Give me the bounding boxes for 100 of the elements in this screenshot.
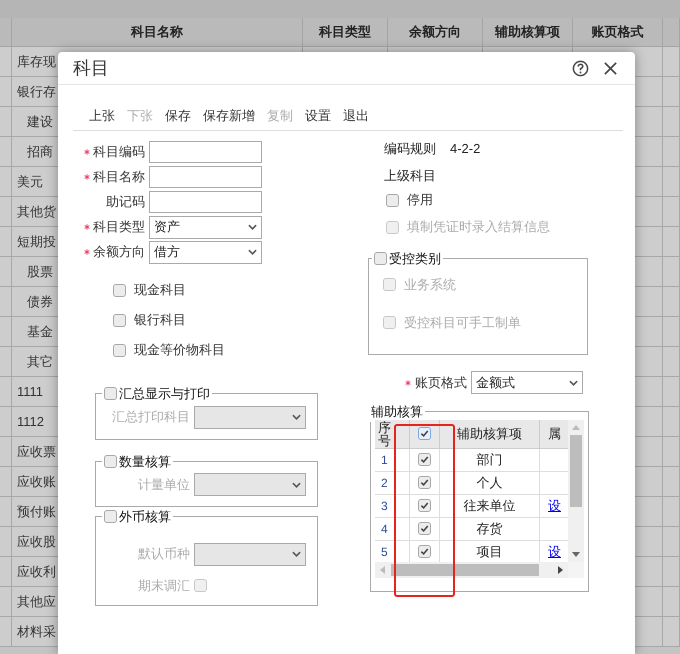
- help-icon[interactable]: [572, 60, 589, 76]
- table-cell-text: 个人: [476, 474, 502, 492]
- table-cell-text: 预付账: [17, 502, 56, 521]
- field-label: 助记码: [106, 193, 145, 212]
- table-cell-text: 应收账: [17, 472, 56, 491]
- caret-icon: [248, 249, 257, 255]
- column-header: 辅助核算项: [457, 424, 522, 443]
- table-cell-text: 债券: [27, 292, 53, 311]
- column-header: 属: [548, 424, 561, 443]
- field-label: 汇总打印科目: [112, 408, 190, 426]
- settings-link[interactable]: 设: [548, 496, 561, 516]
- checkbox-label: 现金科目: [134, 281, 186, 300]
- field-value: 4-2-2: [450, 140, 480, 158]
- checkbox[interactable]: [113, 344, 126, 356]
- close-icon[interactable]: [603, 60, 618, 76]
- caret-icon: [248, 224, 257, 230]
- field-label: 余额方向: [93, 243, 145, 262]
- field-label: 计量单位: [138, 476, 190, 494]
- toolbar-button[interactable]: 保存: [165, 106, 191, 126]
- field-label: 上级科目: [384, 167, 436, 182]
- field-label: 科目编码: [93, 143, 145, 162]
- table-cell-text: 1: [381, 452, 388, 468]
- table-cell-text: 应收利: [17, 562, 56, 581]
- dialog-title: 科目: [73, 56, 109, 80]
- column-header: 账页格式: [592, 23, 644, 42]
- table-cell-text: 3: [381, 498, 388, 514]
- caret-icon: [292, 482, 301, 488]
- column-header: 余额方向: [409, 23, 461, 42]
- caret-icon: [292, 551, 301, 557]
- checkbox[interactable]: [418, 545, 431, 558]
- table-cell-text: 其他货: [17, 202, 56, 221]
- toolbar-button[interactable]: 设置: [305, 106, 331, 126]
- field-label: 账页格式: [415, 374, 467, 392]
- table-cell-text: 其他应: [17, 592, 56, 611]
- vertical-scrollbar[interactable]: [568, 420, 584, 562]
- table-cell-text: 基金: [27, 322, 53, 341]
- checkbox[interactable]: [104, 387, 117, 400]
- select-field[interactable]: 借方: [149, 240, 262, 264]
- scroll-up-icon[interactable]: [572, 424, 580, 430]
- select-field[interactable]: 资产: [149, 216, 262, 238]
- column-header: 科目类型: [319, 23, 371, 42]
- toolbar-button[interactable]: 退出: [343, 106, 369, 126]
- toolbar-button[interactable]: 上张: [89, 106, 115, 126]
- checkbox[interactable]: [113, 314, 126, 326]
- checkbox[interactable]: [418, 453, 431, 466]
- table-cell-text: 项目: [476, 542, 502, 561]
- checkbox[interactable]: [418, 499, 431, 512]
- select-field[interactable]: [194, 406, 306, 428]
- table-cell-text: 2: [381, 474, 388, 492]
- checkbox-label: 现金等价物科目: [134, 341, 225, 360]
- checkbox[interactable]: [418, 427, 431, 440]
- table-cell-text: 其它: [27, 352, 53, 371]
- table-cell-text: 1112: [17, 412, 44, 431]
- table-cell-text: 材料采: [17, 622, 56, 641]
- field-label: 科目类型: [93, 218, 145, 236]
- table-cell-text: 建设: [27, 112, 53, 131]
- table-cell-text: 招商: [27, 142, 53, 161]
- checkbox[interactable]: [104, 454, 117, 468]
- table-cell-text: 美元: [17, 172, 43, 191]
- select-field[interactable]: [194, 473, 306, 496]
- caret-icon: [569, 380, 578, 386]
- scroll-right-icon[interactable]: [558, 566, 563, 574]
- table-cell-text: 银行存: [17, 82, 56, 101]
- checkbox[interactable]: [418, 476, 431, 489]
- checkbox-label: 停用: [407, 191, 433, 210]
- caret-icon: [292, 414, 301, 420]
- toolbar-button[interactable]: 保存新增: [203, 106, 255, 126]
- table-cell-text: 应收股: [17, 532, 56, 551]
- input-field[interactable]: [149, 166, 262, 188]
- settings-link[interactable]: 设: [548, 542, 561, 562]
- input-field[interactable]: [149, 191, 262, 213]
- group-legend: 外币核算: [119, 507, 171, 526]
- table-cell-text: 股票: [27, 262, 53, 281]
- table-cell-text: 4: [381, 520, 388, 538]
- checkbox-label: 受控科目可手工制单: [404, 314, 521, 332]
- checkbox-label: 业务系统: [404, 276, 456, 294]
- table-cell-text: 1111: [17, 382, 44, 401]
- checkbox-label: 银行科目: [134, 311, 186, 330]
- field-label: 科目名称: [93, 168, 145, 186]
- select-field[interactable]: [194, 542, 306, 566]
- group-legend: 数量核算: [119, 452, 171, 471]
- field-label: 默认币种: [138, 545, 190, 564]
- horizontal-scrollbar[interactable]: [375, 562, 568, 578]
- checkbox[interactable]: [386, 194, 399, 206]
- checkbox[interactable]: [104, 510, 117, 524]
- input-field[interactable]: [149, 141, 262, 163]
- table-cell-text: 库存现: [17, 52, 56, 71]
- field-label: 期末调汇: [138, 576, 190, 594]
- checkbox[interactable]: [113, 284, 126, 296]
- table-cell-text: 存货: [476, 520, 502, 538]
- group-legend: 辅助核算: [369, 402, 425, 422]
- checkbox[interactable]: [374, 252, 387, 266]
- checkbox[interactable]: [418, 522, 431, 535]
- group-legend: 受控类别: [389, 249, 441, 268]
- group-legend: 汇总显示与打印: [119, 384, 210, 404]
- select-field[interactable]: 金额式: [471, 371, 583, 394]
- checkbox-label: 填制凭证时录入结算信息: [407, 218, 550, 236]
- column-header: 科目名称: [131, 23, 183, 42]
- table-cell-text: 应收票: [17, 442, 56, 461]
- scroll-left-icon[interactable]: [380, 566, 385, 574]
